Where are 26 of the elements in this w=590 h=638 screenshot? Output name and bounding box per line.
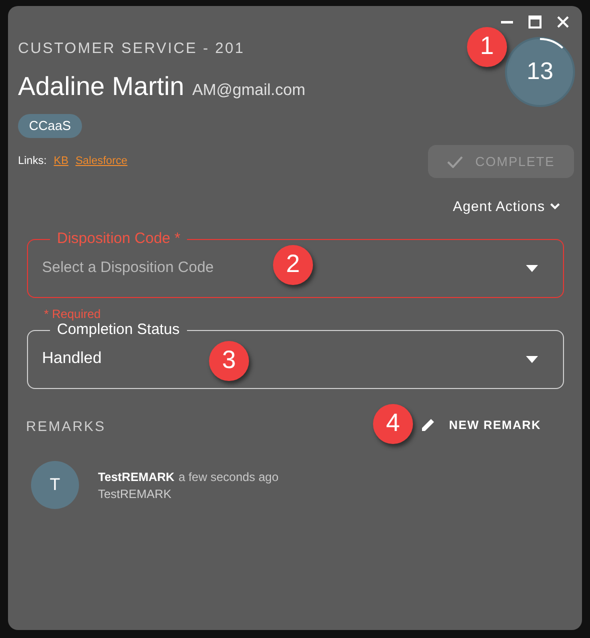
queue-title: CUSTOMER SERVICE - 201 [18,39,246,59]
remark-time: a few seconds ago [178,469,279,486]
remark-author: TestREMARK [98,469,174,486]
timer-count: 13 [526,57,554,87]
customer-name: Adaline Martin [18,70,184,102]
field-label: Completion Status [56,321,181,339]
chevron-down-icon [550,203,560,210]
maximize-icon[interactable] [528,15,542,29]
new-remark-button[interactable]: NEW REMARK [420,413,541,437]
tag-chip: CCaaS [18,114,82,138]
link[interactable]: Salesforce [75,152,128,169]
remark-text: TestREMARK [98,486,172,503]
links-label: Links: [18,154,47,168]
field-value: Handled [42,349,102,369]
remarks-heading: REMARKS [26,417,106,436]
dropdown-arrow-icon [526,264,538,272]
pencil-icon [420,417,436,433]
field-placeholder: Select a Disposition Code [42,258,214,278]
dropdown-arrow-icon [526,356,538,362]
agent-actions-dropdown[interactable]: Agent Actions [452,196,560,217]
close-icon[interactable] [556,15,570,29]
link[interactable]: KB [54,152,68,169]
helper-text: * Required [44,306,101,323]
field-label: Disposition Code * [56,230,182,248]
check-icon [447,156,464,168]
customer-email: AM@gmail.com [192,80,306,100]
